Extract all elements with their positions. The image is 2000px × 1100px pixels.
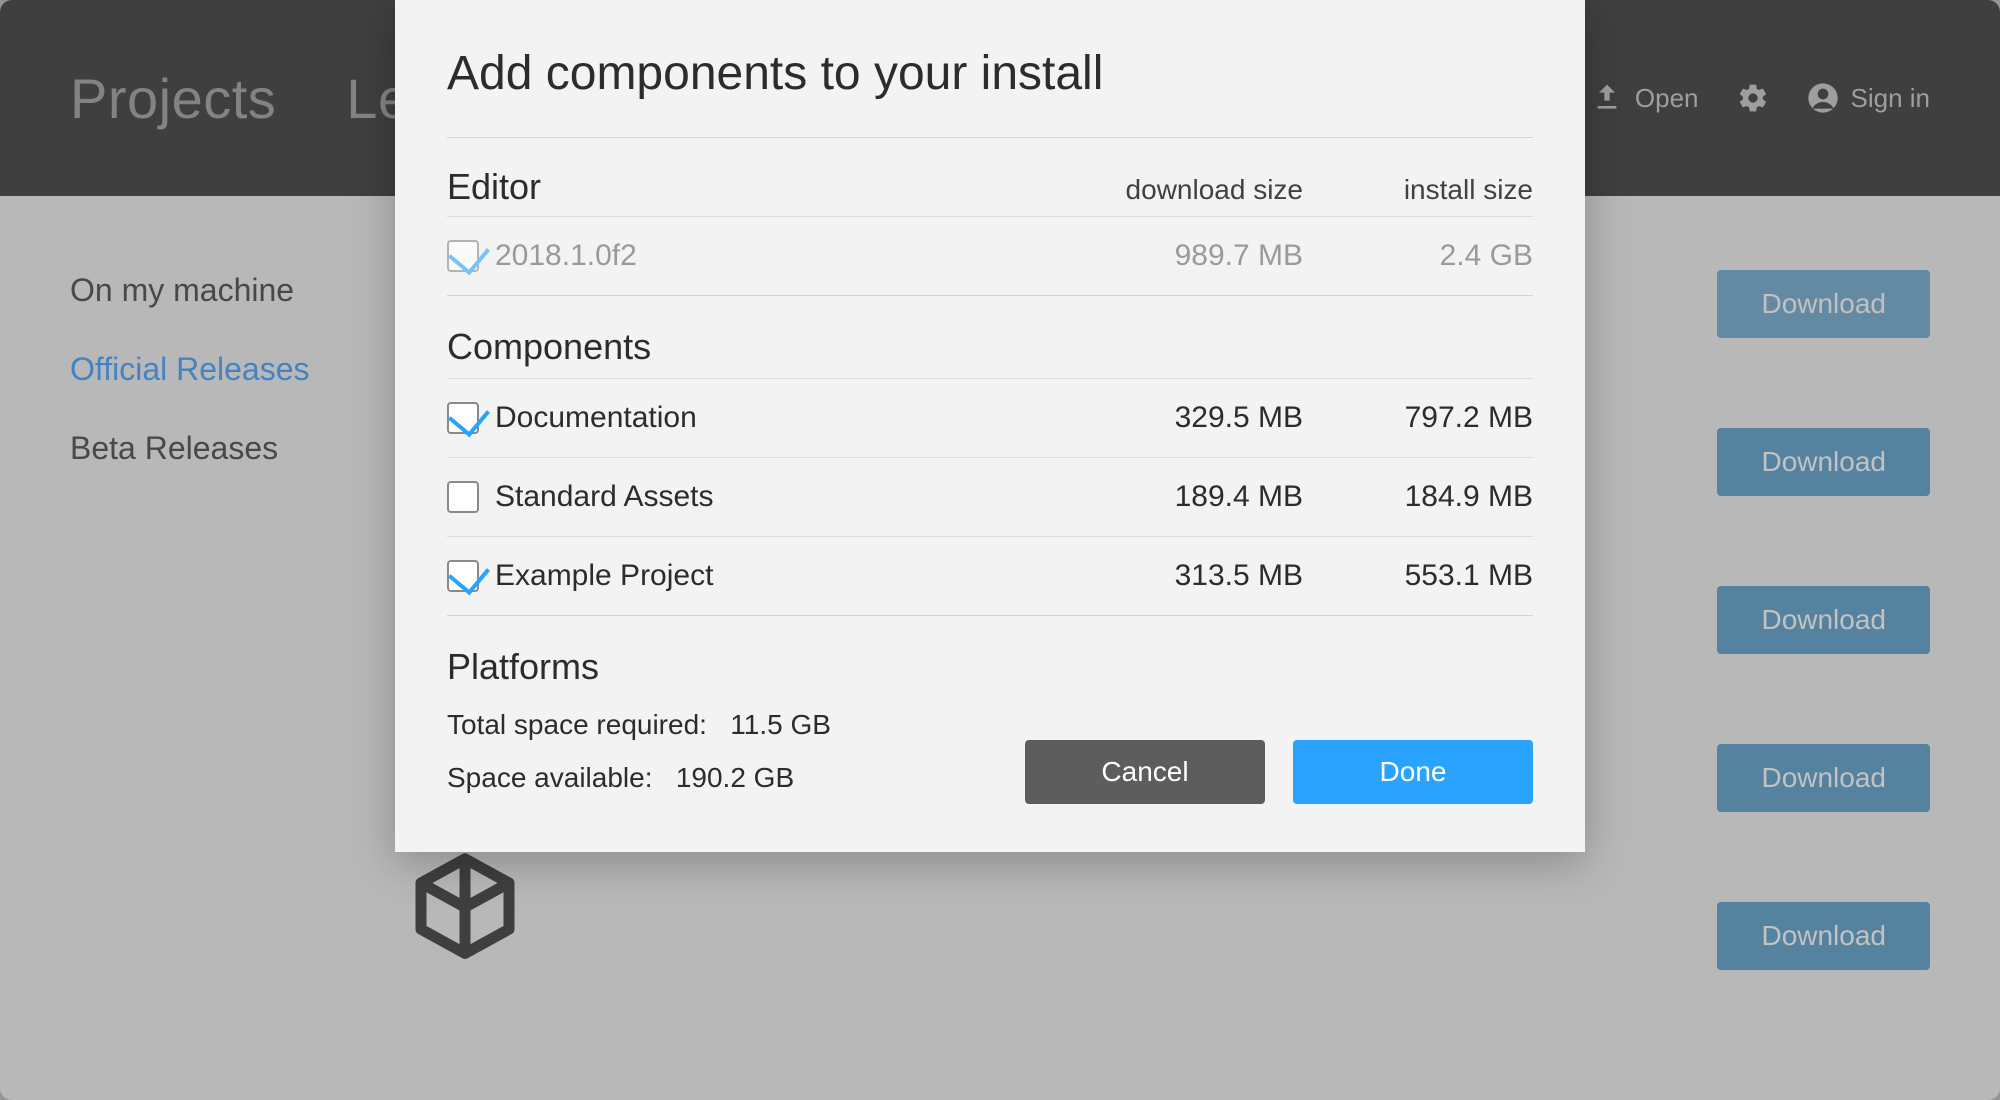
component-documentation: Documentation 329.5 MB 797.2 MB: [447, 378, 1533, 457]
component-label: Example Project: [495, 559, 713, 593]
editor-row: 2018.1.0f2 989.7 MB 2.4 GB: [447, 216, 1533, 295]
editor-checkbox: [447, 240, 479, 272]
editor-header: Editor download size install size: [447, 166, 1533, 208]
space-available-label: Space available:: [447, 762, 652, 793]
component-download-size: 189.4 MB: [1073, 480, 1303, 514]
divider: [447, 615, 1533, 616]
standard-assets-checkbox[interactable]: [447, 481, 479, 513]
component-label: Documentation: [495, 401, 697, 435]
dialog-title: Add components to your install: [447, 46, 1533, 101]
component-download-size: 329.5 MB: [1073, 401, 1303, 435]
space-info: Total space required: 11.5 GB Space avai…: [447, 698, 1025, 804]
done-button[interactable]: Done: [1293, 740, 1533, 804]
editor-install-size: 2.4 GB: [1303, 239, 1533, 273]
editor-section-title: Editor: [447, 166, 1073, 208]
space-available-value: 190.2 GB: [676, 762, 794, 793]
total-space-value: 11.5 GB: [730, 709, 831, 740]
example-project-checkbox[interactable]: [447, 560, 479, 592]
components-title: Components: [447, 326, 1533, 368]
add-components-dialog: Add components to your install Editor do…: [395, 0, 1585, 852]
editor-version: 2018.1.0f2: [495, 239, 637, 273]
total-space-label: Total space required:: [447, 709, 707, 740]
platforms-title: Platforms: [447, 646, 1533, 688]
component-install-size: 184.9 MB: [1303, 480, 1533, 514]
cancel-button[interactable]: Cancel: [1025, 740, 1265, 804]
col-install-size: install size: [1303, 174, 1533, 206]
component-example-project: Example Project 313.5 MB 553.1 MB: [447, 536, 1533, 615]
editor-download-size: 989.7 MB: [1073, 239, 1303, 273]
col-download-size: download size: [1073, 174, 1303, 206]
documentation-checkbox[interactable]: [447, 402, 479, 434]
component-install-size: 553.1 MB: [1303, 559, 1533, 593]
divider: [447, 295, 1533, 296]
divider: [447, 137, 1533, 138]
component-install-size: 797.2 MB: [1303, 401, 1533, 435]
component-label: Standard Assets: [495, 480, 713, 514]
component-download-size: 313.5 MB: [1073, 559, 1303, 593]
dialog-footer: Total space required: 11.5 GB Space avai…: [447, 698, 1533, 804]
component-standard-assets: Standard Assets 189.4 MB 184.9 MB: [447, 457, 1533, 536]
